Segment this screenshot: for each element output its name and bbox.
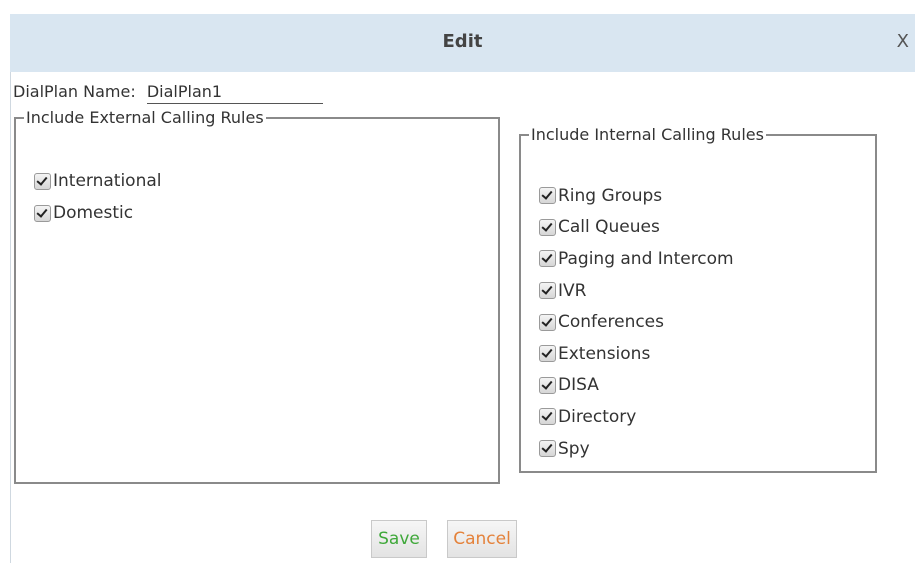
internal-rule-paging-intercom[interactable]: Paging and Intercom: [539, 243, 734, 275]
dialog-titlebar: Edit X: [10, 14, 915, 72]
dialog-left-border: [10, 72, 11, 563]
internal-rules-group: Include Internal Calling Rules Ring Grou…: [519, 125, 877, 473]
spy-label: Spy: [558, 438, 590, 459]
edit-dialog: Edit X DialPlan Name: Include External C…: [0, 0, 915, 563]
domestic-checkbox[interactable]: [34, 204, 51, 222]
ring-groups-label: Ring Groups: [558, 185, 663, 206]
internal-rule-extensions[interactable]: Extensions: [539, 338, 734, 370]
internal-rule-ring-groups[interactable]: Ring Groups: [539, 180, 734, 212]
external-rule-domestic[interactable]: Domestic: [34, 197, 162, 229]
external-rule-international[interactable]: International: [34, 165, 162, 197]
conferences-label: Conferences: [558, 312, 665, 333]
spy-checkbox[interactable]: [539, 440, 556, 458]
external-rules-list: International Domestic: [34, 165, 162, 229]
directory-label: Directory: [558, 406, 637, 427]
disa-checkbox[interactable]: [539, 376, 556, 394]
internal-rule-conferences[interactable]: Conferences: [539, 306, 734, 338]
external-rules-legend: Include External Calling Rules: [26, 108, 264, 127]
call-queues-label: Call Queues: [558, 217, 660, 238]
dialog-title: Edit: [442, 31, 483, 52]
directory-checkbox[interactable]: [539, 408, 556, 426]
external-rules-group: Include External Calling Rules Internati…: [14, 108, 500, 484]
ivr-checkbox[interactable]: [539, 282, 556, 300]
paging-intercom-checkbox[interactable]: [539, 250, 556, 268]
ivr-label: IVR: [558, 280, 587, 301]
save-button[interactable]: Save: [371, 520, 427, 558]
international-checkbox[interactable]: [34, 172, 51, 190]
internal-rules-list: Ring Groups Call Queues Paging and Inter…: [539, 180, 734, 464]
internal-rule-spy[interactable]: Spy: [539, 433, 734, 465]
call-queues-checkbox[interactable]: [539, 218, 556, 236]
dialplan-name-input[interactable]: [146, 82, 323, 104]
dialplan-name-row: DialPlan Name:: [13, 82, 323, 104]
internal-rule-disa[interactable]: DISA: [539, 370, 734, 402]
extensions-checkbox[interactable]: [539, 345, 556, 363]
dialplan-name-label: DialPlan Name:: [13, 82, 136, 101]
internal-rule-ivr[interactable]: IVR: [539, 275, 734, 307]
close-button[interactable]: X: [897, 31, 909, 52]
paging-intercom-label: Paging and Intercom: [558, 248, 734, 269]
international-label: International: [53, 171, 162, 191]
conferences-checkbox[interactable]: [539, 313, 556, 331]
internal-rule-directory[interactable]: Directory: [539, 401, 734, 433]
extensions-label: Extensions: [558, 343, 651, 364]
domestic-label: Domestic: [53, 203, 134, 223]
cancel-button[interactable]: Cancel: [447, 520, 517, 558]
internal-rules-legend: Include Internal Calling Rules: [531, 125, 764, 144]
disa-label: DISA: [558, 375, 599, 396]
internal-rule-call-queues[interactable]: Call Queues: [539, 212, 734, 244]
ring-groups-checkbox[interactable]: [539, 187, 556, 205]
